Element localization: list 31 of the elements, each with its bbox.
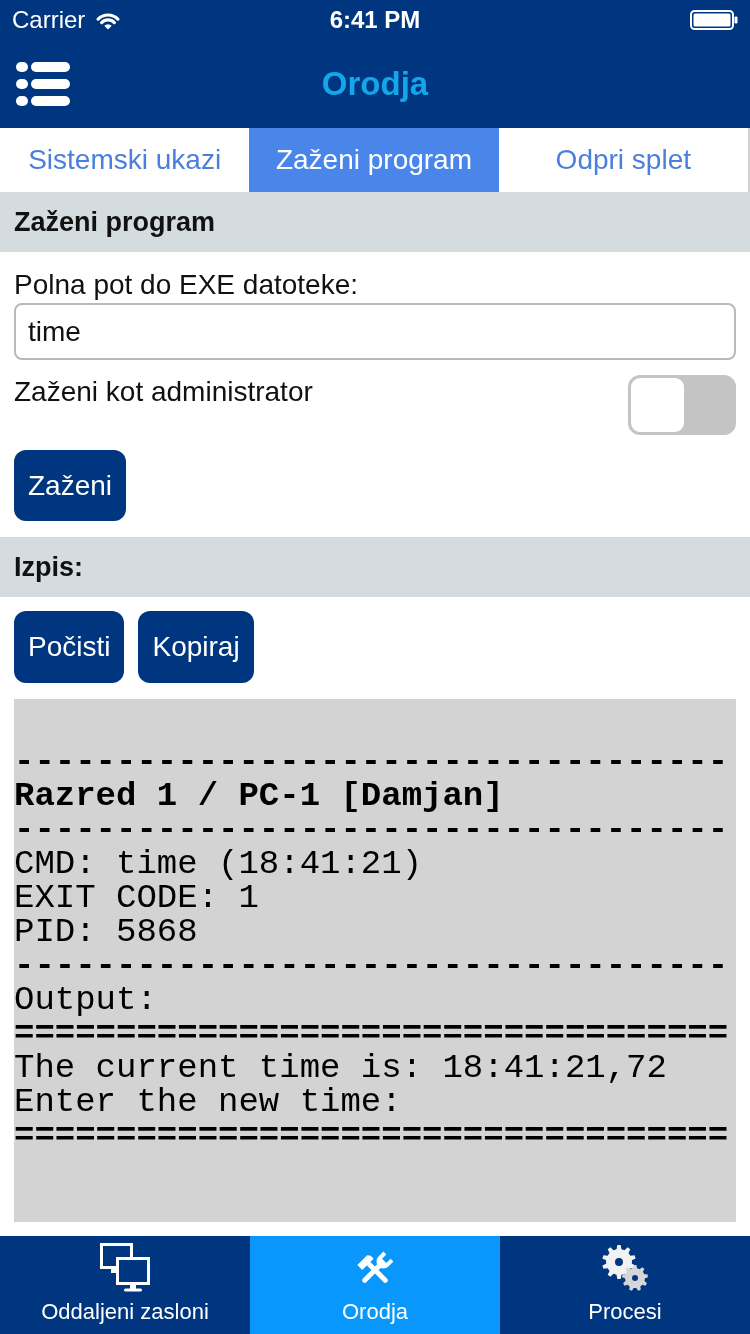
battery-icon [690, 10, 738, 30]
run-button[interactable]: Zaženi [14, 450, 127, 521]
separator-line: ----------------------------------- [14, 813, 729, 847]
console-line: The current time is: 18:41:21,72 [14, 1051, 667, 1085]
section-header: Izpis: [0, 537, 750, 597]
separator-line: =================================== [14, 1119, 729, 1153]
console-line: EXIT CODE: 1 [14, 881, 259, 915]
menu-icon[interactable] [16, 61, 70, 107]
section-header: Zaženi program [0, 192, 750, 252]
clear-button[interactable]: Počisti [14, 611, 125, 683]
separator-line: =================================== [14, 1017, 729, 1051]
admin-toggle[interactable] [628, 375, 736, 435]
monitors-icon [100, 1243, 150, 1293]
tools-icon [356, 1251, 394, 1285]
segment-tab[interactable]: Zaženi program [249, 128, 499, 192]
console-line: CMD: time (18:41:21) [14, 847, 423, 881]
gears-icon [601, 1244, 649, 1292]
console-line: Output: [14, 983, 157, 1017]
console-heading: Razred 1 / PC-1 [Damjan] [14, 779, 504, 813]
field-label: Polna pot do EXE datoteke: [14, 268, 359, 302]
separator-line: ----------------------------------- [14, 745, 729, 779]
toggle-label: Zaženi kot administrator [14, 375, 313, 409]
console-line: Enter the new time: [14, 1085, 402, 1119]
copy-button[interactable]: Kopiraj [138, 611, 254, 683]
carrier-name: Carrier [12, 6, 86, 34]
console-line: PID: 5868 [14, 915, 198, 949]
screen-title: Orodja [321, 65, 429, 103]
separator-line: ----------------------------------- [14, 949, 729, 983]
wifi-icon [95, 10, 122, 30]
status-time: 6:41 PM [329, 6, 421, 34]
path-input[interactable]: time [14, 303, 736, 360]
